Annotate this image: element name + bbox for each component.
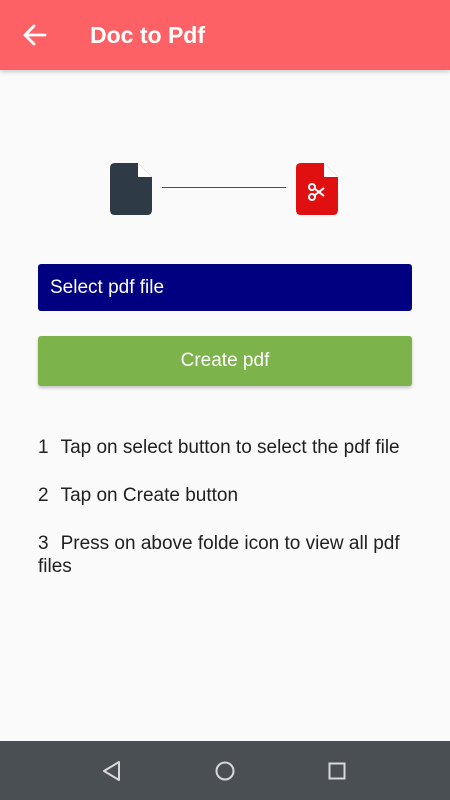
instruction-number: 2 (38, 485, 49, 506)
page-title: Doc to Pdf (90, 22, 205, 48)
nav-recents-icon[interactable] (324, 758, 350, 784)
instruction-number: 3 (38, 533, 49, 554)
instruction-2: 2 Tap on Create button (38, 484, 418, 507)
conversion-icons (0, 160, 450, 220)
instruction-text: Tap on Create button (60, 485, 239, 506)
arrow-left-icon (23, 24, 47, 46)
instruction-text: Press on above folde icon to view all pd… (38, 533, 400, 577)
back-button[interactable] (18, 20, 52, 50)
instruction-text: Tap on select button to select the pdf f… (60, 437, 400, 458)
document-icon (110, 163, 152, 215)
select-pdf-button[interactable]: Select pdf file (38, 264, 412, 311)
nav-back-icon[interactable] (99, 758, 125, 784)
system-nav-bar (0, 741, 450, 800)
instruction-1: 1 Tap on select button to select the pdf … (38, 436, 418, 459)
nav-home-icon[interactable] (212, 758, 238, 784)
connector-line (162, 187, 286, 188)
instruction-3: 3 Press on above folde icon to view all p… (38, 532, 418, 578)
pdf-cut-icon (296, 163, 338, 215)
instruction-number: 1 (38, 437, 49, 458)
app-bar: Doc to Pdf (0, 0, 450, 70)
create-pdf-button[interactable]: Create pdf (38, 336, 412, 386)
